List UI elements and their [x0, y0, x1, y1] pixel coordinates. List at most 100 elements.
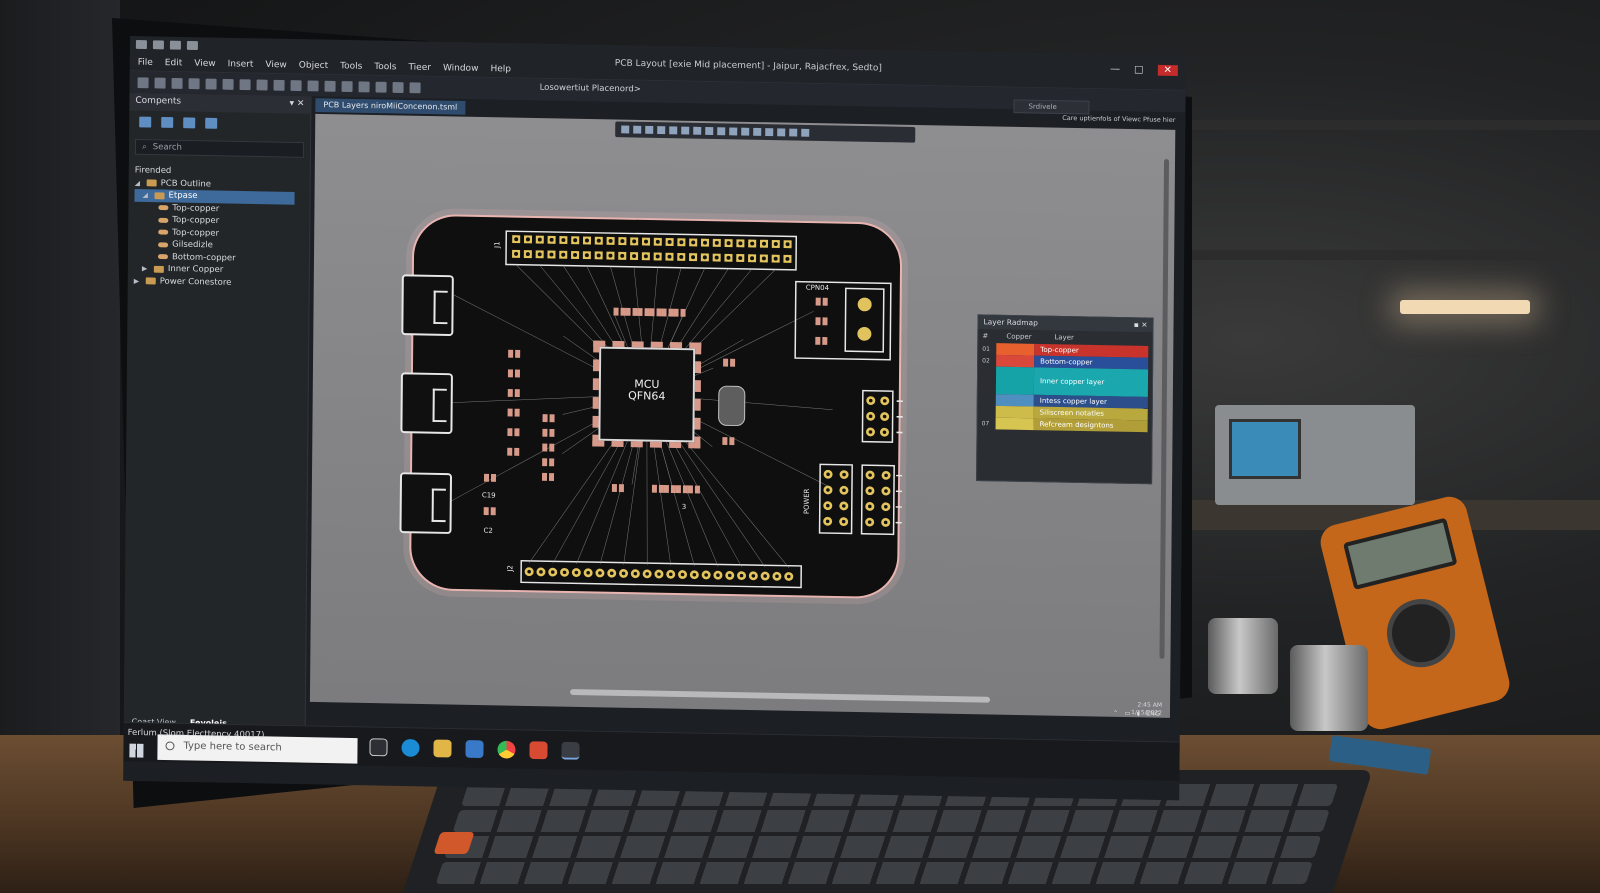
undo-icon[interactable] — [256, 79, 268, 91]
layer-color-swatch[interactable] — [995, 366, 1035, 395]
app-icon[interactable] — [135, 40, 147, 50]
select-icon[interactable] — [621, 125, 630, 134]
print-icon[interactable] — [188, 77, 200, 89]
chevron-right-icon[interactable]: ▶ — [134, 277, 142, 285]
pcb-app-icon[interactable] — [561, 741, 580, 760]
layer-row[interactable]: Inner copper layer — [982, 366, 1149, 397]
office-icon[interactable] — [529, 741, 548, 760]
drc-icon[interactable] — [741, 127, 750, 136]
menu-help[interactable]: Help — [490, 64, 511, 74]
components-tree: Firended ◢ PCB Outline ◢ Etpase Top-copper… — [128, 160, 310, 290]
chevron-down-icon[interactable]: ◢ — [143, 191, 151, 199]
menu-insert[interactable]: Insert — [228, 59, 254, 69]
col-layer: Layer — [1054, 333, 1074, 342]
group-icon[interactable] — [205, 117, 218, 129]
line-icon[interactable] — [633, 125, 642, 134]
chevron-right-icon[interactable]: ▶ — [142, 265, 150, 273]
layers-icon[interactable] — [789, 128, 798, 137]
toolbar-search-input[interactable]: Srdivele — [1013, 99, 1090, 115]
smd-pad — [508, 349, 514, 358]
undo-icon[interactable] — [169, 40, 181, 50]
menu-window[interactable]: Window — [443, 63, 479, 73]
network-icon[interactable]: ▭ — [1124, 709, 1130, 717]
minimize-button[interactable]: — — [1110, 64, 1120, 75]
menu-view[interactable]: View — [194, 59, 215, 69]
via-icon[interactable] — [669, 126, 678, 135]
windows-start-icon[interactable] — [129, 743, 144, 758]
smd-pad — [644, 308, 650, 317]
redo-icon[interactable] — [273, 79, 285, 91]
text-icon[interactable] — [693, 126, 702, 135]
cut-icon[interactable] — [205, 78, 217, 90]
menu-object[interactable]: Object — [299, 61, 328, 71]
track-icon[interactable] — [657, 126, 666, 135]
layer-color-swatch[interactable] — [995, 417, 1034, 431]
3d-icon[interactable] — [801, 128, 810, 137]
open-icon[interactable] — [154, 77, 166, 89]
menu-file[interactable]: File — [138, 58, 153, 68]
pad-icon[interactable] — [324, 80, 336, 92]
library-icon[interactable] — [139, 116, 152, 128]
align-icon[interactable] — [375, 81, 387, 93]
system-clock[interactable]: 2:45 AM 1/15/2022 — [1131, 701, 1162, 717]
layer-color-swatch[interactable] — [996, 354, 1035, 368]
tree-item-label: Etpase — [168, 190, 198, 202]
panel-close-icon[interactable]: ▪ ✕ — [1134, 320, 1148, 330]
polygon-icon[interactable] — [717, 127, 726, 136]
chrome-icon[interactable] — [497, 740, 516, 759]
save-icon[interactable] — [171, 77, 183, 89]
task-view-icon[interactable] — [369, 738, 388, 757]
layer-color-swatch[interactable] — [995, 394, 1034, 407]
help-icon[interactable] — [409, 81, 421, 93]
tree-item-label: Top-copper — [172, 227, 220, 239]
menu-tieer[interactable]: Tieer — [408, 63, 431, 73]
taskbar-search-placeholder: Type here to search — [183, 740, 282, 754]
panel-pin-icon[interactable]: ▾ ✕ — [289, 99, 304, 111]
tree-item[interactable]: ▶ Power Conestore — [134, 275, 309, 290]
copy-icon[interactable] — [222, 78, 234, 90]
layer-color-swatch[interactable] — [996, 343, 1035, 356]
redo-icon[interactable] — [186, 40, 198, 50]
layer-icon[interactable] — [358, 80, 370, 92]
key-row — [452, 810, 1330, 832]
placement-dropdown[interactable]: Losowertiut Placenord> — [540, 83, 641, 95]
horizontal-scrollbar[interactable] — [570, 689, 991, 703]
paste-icon[interactable] — [239, 78, 251, 90]
menu-view-2[interactable]: View — [265, 60, 286, 70]
fill-icon[interactable] — [729, 127, 738, 136]
menu-tools-2[interactable]: Tools — [374, 62, 396, 72]
maximize-button[interactable]: □ — [1134, 64, 1144, 75]
pcb-board-outline[interactable]: MCU QFN64 J1 J2 CPN04 C19 C2 POWER 3 — [399, 213, 905, 600]
list-icon[interactable] — [161, 116, 174, 128]
store-icon[interactable] — [465, 740, 484, 759]
mcu-chip[interactable]: MCU QFN64 — [592, 340, 702, 449]
components-icon[interactable] — [183, 117, 196, 129]
document-tab[interactable]: PCB Layers niroMiiConcenon.tsml — [315, 98, 466, 115]
u3-label: 3 — [681, 502, 687, 511]
edge-icon[interactable] — [401, 738, 420, 757]
layer-color-swatch[interactable] — [995, 405, 1034, 419]
new-icon[interactable] — [137, 76, 149, 88]
close-button[interactable]: ✕ — [1157, 64, 1178, 76]
chevron-down-icon[interactable]: ◢ — [135, 179, 143, 187]
save-icon[interactable] — [152, 40, 164, 50]
smd-pad — [490, 473, 497, 482]
rect-icon[interactable] — [645, 125, 654, 134]
file-explorer-icon[interactable] — [433, 739, 452, 758]
vertical-scrollbar[interactable] — [1159, 159, 1170, 659]
snap-icon[interactable] — [765, 128, 774, 137]
via-icon[interactable] — [307, 79, 319, 91]
grid-icon[interactable] — [341, 80, 353, 92]
zoom-icon[interactable] — [753, 127, 762, 136]
dimension-icon[interactable] — [705, 127, 714, 136]
smd-pad — [507, 388, 513, 397]
components-search-input[interactable]: ⌕ Search — [134, 139, 305, 158]
layer-row[interactable]: 07 Refcream designtons — [982, 417, 1148, 433]
menu-edit[interactable]: Edit — [165, 58, 183, 68]
route-icon[interactable] — [290, 79, 302, 91]
chevron-up-icon[interactable]: ⌃ — [1113, 709, 1119, 717]
measure-icon[interactable] — [392, 81, 404, 93]
pad-icon[interactable] — [681, 126, 690, 135]
grid-icon[interactable] — [777, 128, 786, 137]
menu-tools[interactable]: Tools — [340, 61, 362, 71]
